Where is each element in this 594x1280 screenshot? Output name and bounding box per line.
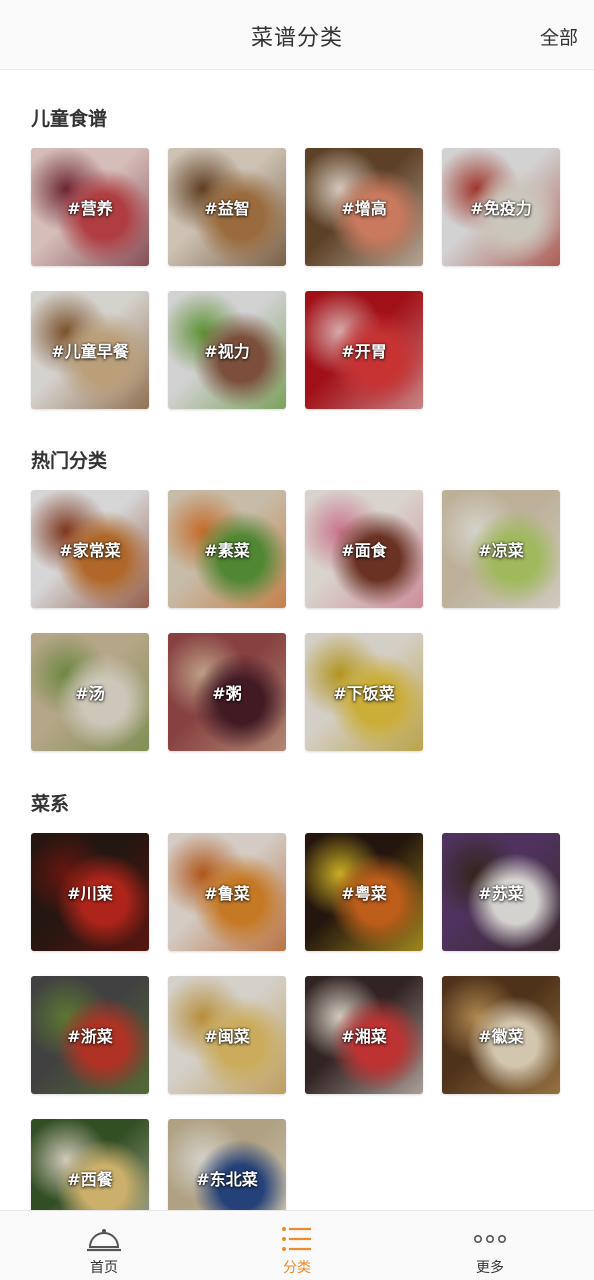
category-label: #粤菜 [341, 884, 387, 903]
category-label: #鲁菜 [204, 884, 250, 903]
bottom-tab-bar: 首页 分类 更多 [0, 1210, 594, 1280]
category-label: #益智 [204, 199, 250, 218]
category-tile[interactable]: #免疫力 [442, 148, 560, 266]
category-label: #浙菜 [67, 1027, 113, 1046]
category-label: #湘菜 [341, 1027, 387, 1046]
category-tile[interactable]: #素菜 [168, 490, 286, 608]
list-icon [282, 1227, 311, 1251]
category-label: #徽菜 [478, 1027, 524, 1046]
top-bar: 菜谱分类 全部 [0, 0, 594, 70]
category-tile[interactable]: #益智 [168, 148, 286, 266]
category-tile[interactable]: #苏菜 [442, 833, 560, 951]
category-label: #凉菜 [478, 541, 524, 560]
photo-overlay [168, 1119, 286, 1210]
category-tile[interactable]: #东北菜 [168, 1119, 286, 1210]
tab-more[interactable]: 更多 [430, 1211, 550, 1280]
category-tile[interactable]: #湘菜 [305, 976, 423, 1094]
category-tile[interactable]: #鲁菜 [168, 833, 286, 951]
category-tile[interactable]: #营养 [31, 148, 149, 266]
category-label: #西餐 [67, 1170, 113, 1189]
category-tile[interactable]: #凉菜 [442, 490, 560, 608]
category-tile[interactable]: #家常菜 [31, 490, 149, 608]
all-button[interactable]: 全部 [540, 23, 578, 50]
category-label: #视力 [204, 342, 250, 361]
category-label: #儿童早餐 [51, 342, 129, 361]
section-title: 菜系 [31, 793, 70, 815]
category-tile[interactable]: #粥 [168, 633, 286, 751]
category-content[interactable]: 儿童食谱 #营养 #益智 #增高 #免疫力 #儿童早餐 #视力 #开胃热门分类 #家常菜 #素菜 #… [0, 70, 594, 1210]
category-label: #川菜 [67, 884, 113, 903]
category-label: #面食 [341, 541, 387, 560]
category-tile[interactable]: #粤菜 [305, 833, 423, 951]
category-tile[interactable]: #增高 [305, 148, 423, 266]
category-label: #下饭菜 [333, 684, 395, 703]
photo-overlay [31, 1119, 149, 1210]
category-label: #免疫力 [470, 199, 532, 218]
category-tile[interactable]: #面食 [305, 490, 423, 608]
category-label: #素菜 [204, 541, 250, 560]
category-tile[interactable]: #西餐 [31, 1119, 149, 1210]
category-tile[interactable]: #浙菜 [31, 976, 149, 1094]
section-title: 热门分类 [31, 450, 108, 472]
section-title: 儿童食谱 [31, 108, 108, 130]
category-tile[interactable]: #下饭菜 [305, 633, 423, 751]
category-label: #开胃 [341, 342, 387, 361]
category-tile[interactable]: #闽菜 [168, 976, 286, 1094]
page-title: 菜谱分类 [250, 26, 343, 51]
tab-home[interactable]: 首页 [44, 1211, 164, 1280]
category-label: #东北菜 [196, 1170, 258, 1189]
category-label: #营养 [67, 199, 113, 218]
category-tile[interactable]: #儿童早餐 [31, 291, 149, 409]
category-label: #增高 [341, 199, 387, 218]
category-tile[interactable]: #徽菜 [442, 976, 560, 1094]
tab-home-label: 首页 [90, 1260, 118, 1276]
tab-more-label: 更多 [476, 1260, 504, 1276]
more-dots-icon [474, 1235, 506, 1244]
cloche-icon [87, 1229, 121, 1252]
tab-category-label: 分类 [283, 1260, 311, 1276]
category-label: #家常菜 [59, 541, 121, 560]
category-tile[interactable]: #汤 [31, 633, 149, 751]
category-tile[interactable]: #视力 [168, 291, 286, 409]
category-tile[interactable]: #开胃 [305, 291, 423, 409]
tab-category[interactable]: 分类 [237, 1211, 357, 1280]
category-label: #粥 [212, 684, 242, 703]
category-label: #闽菜 [204, 1027, 250, 1046]
category-label: #汤 [75, 684, 105, 703]
category-tile[interactable]: #川菜 [31, 833, 149, 951]
category-label: #苏菜 [478, 884, 524, 903]
